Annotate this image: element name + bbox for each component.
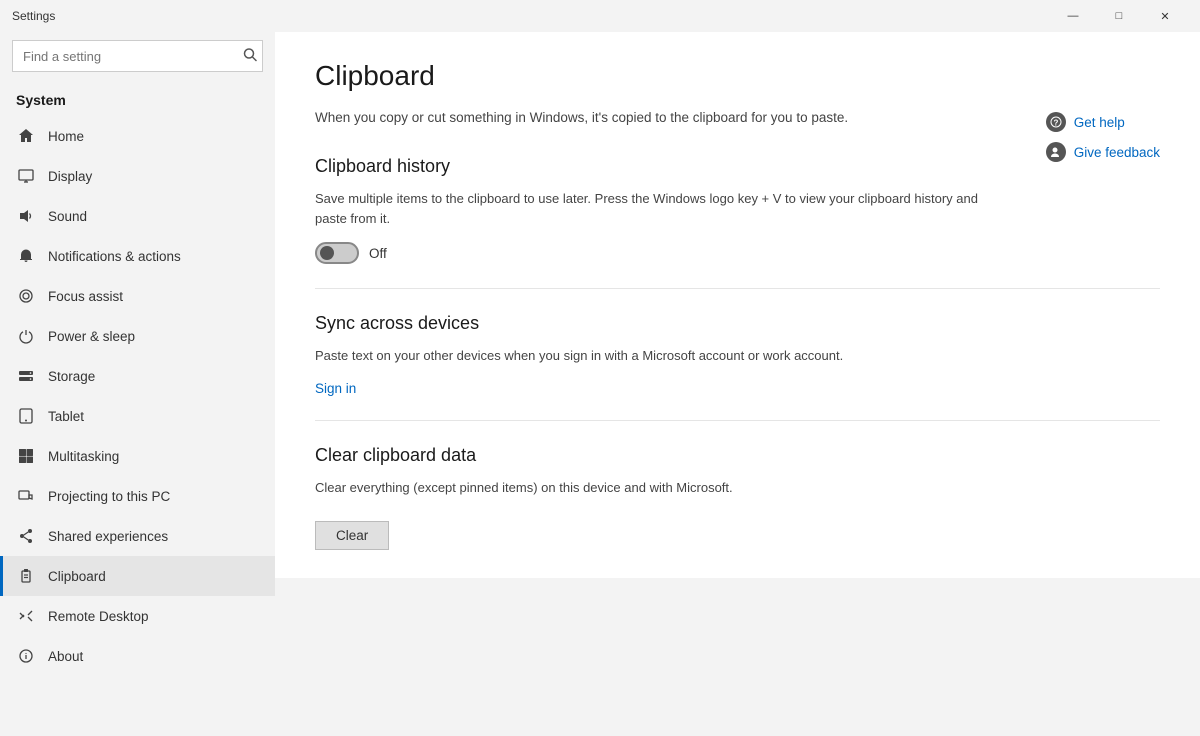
- nav-item-power[interactable]: Power & sleep: [0, 316, 275, 356]
- get-help-link[interactable]: ? Get help: [1046, 112, 1160, 132]
- search-input[interactable]: [12, 40, 263, 72]
- notifications-icon: [16, 246, 36, 266]
- maximize-button[interactable]: □: [1096, 0, 1142, 32]
- nav-label-tablet: Tablet: [48, 409, 84, 424]
- divider-1: [315, 288, 1160, 289]
- clipboard-history-toggle-row: Off: [315, 242, 1160, 264]
- help-section: ? Get help Give feedback: [1046, 112, 1160, 162]
- search-icon[interactable]: [243, 48, 257, 65]
- nav-label-notifications: Notifications & actions: [48, 249, 181, 264]
- page-description: When you copy or cut something in Window…: [315, 108, 995, 128]
- nav-label-shared: Shared experiences: [48, 529, 168, 544]
- nav-item-remote[interactable]: Remote Desktop: [0, 596, 275, 636]
- app-title: Settings: [12, 9, 55, 23]
- remote-icon: [16, 606, 36, 626]
- about-icon: [16, 646, 36, 666]
- home-icon: [16, 126, 36, 146]
- nav-label-focus: Focus assist: [48, 289, 123, 304]
- sync-desc: Paste text on your other devices when yo…: [315, 346, 995, 366]
- give-feedback-label: Give feedback: [1074, 145, 1160, 160]
- clear-section: Clear clipboard data Clear everything (e…: [315, 445, 1160, 551]
- clear-desc: Clear everything (except pinned items) o…: [315, 478, 995, 498]
- nav-item-clipboard[interactable]: Clipboard: [0, 556, 275, 596]
- power-icon: [16, 326, 36, 346]
- clipboard-history-section: Clipboard history Save multiple items to…: [315, 156, 1160, 264]
- nav-label-clipboard: Clipboard: [48, 569, 106, 584]
- feedback-icon: [1046, 142, 1066, 162]
- title-bar: Settings — □ ✕: [0, 0, 1200, 32]
- display-icon: [16, 166, 36, 186]
- nav-label-remote: Remote Desktop: [48, 609, 149, 624]
- nav-item-home[interactable]: Home: [0, 116, 275, 156]
- focus-icon: [16, 286, 36, 306]
- nav-item-storage[interactable]: Storage: [0, 356, 275, 396]
- nav-label-projecting: Projecting to this PC: [48, 489, 170, 504]
- nav-label-home: Home: [48, 129, 84, 144]
- shared-icon: [16, 526, 36, 546]
- nav-item-multitasking[interactable]: Multitasking: [0, 436, 275, 476]
- title-bar-left: Settings: [12, 9, 55, 23]
- storage-icon: [16, 366, 36, 386]
- clear-title: Clear clipboard data: [315, 445, 1160, 466]
- help-icon: ?: [1046, 112, 1066, 132]
- nav-label-power: Power & sleep: [48, 329, 135, 344]
- toggle-thumb: [320, 246, 334, 260]
- nav-label-storage: Storage: [48, 369, 95, 384]
- svg-text:?: ?: [1053, 119, 1058, 128]
- close-button[interactable]: ✕: [1142, 0, 1188, 32]
- nav-label-multitasking: Multitasking: [48, 449, 119, 464]
- get-help-label: Get help: [1074, 115, 1125, 130]
- nav-item-about[interactable]: About: [0, 636, 275, 676]
- clipboard-history-toggle-label: Off: [369, 246, 387, 261]
- nav-item-display[interactable]: Display: [0, 156, 275, 196]
- page-title: Clipboard: [315, 60, 1160, 92]
- minimize-button[interactable]: —: [1050, 0, 1096, 32]
- nav-item-notifications[interactable]: Notifications & actions: [0, 236, 275, 276]
- clipboard-icon: [16, 566, 36, 586]
- app-body: System Home Display Sound Notifications: [0, 32, 1200, 736]
- title-bar-controls: — □ ✕: [1050, 0, 1188, 32]
- nav-item-shared[interactable]: Shared experiences: [0, 516, 275, 556]
- nav-label-about: About: [48, 649, 83, 664]
- sign-in-link[interactable]: Sign in: [315, 381, 356, 396]
- nav-item-focus[interactable]: Focus assist: [0, 276, 275, 316]
- sync-title: Sync across devices: [315, 313, 1160, 334]
- projecting-icon: [16, 486, 36, 506]
- nav-item-projecting[interactable]: Projecting to this PC: [0, 476, 275, 516]
- divider-2: [315, 420, 1160, 421]
- give-feedback-link[interactable]: Give feedback: [1046, 142, 1160, 162]
- main-wrapper: Clipboard When you copy or cut something…: [275, 32, 1200, 736]
- sync-section: Sync across devices Paste text on your o…: [315, 313, 1160, 396]
- clipboard-history-title: Clipboard history: [315, 156, 1160, 177]
- nav-label-sound: Sound: [48, 209, 87, 224]
- multitasking-icon: [16, 446, 36, 466]
- clear-button[interactable]: Clear: [315, 521, 389, 550]
- nav-item-tablet[interactable]: Tablet: [0, 396, 275, 436]
- nav-item-sound[interactable]: Sound: [0, 196, 275, 236]
- nav-label-display: Display: [48, 169, 92, 184]
- search-box: [12, 40, 263, 72]
- clipboard-history-toggle[interactable]: [315, 242, 359, 264]
- clipboard-history-desc: Save multiple items to the clipboard to …: [315, 189, 995, 228]
- sidebar: System Home Display Sound Notifications: [0, 32, 275, 736]
- main-content: Clipboard When you copy or cut something…: [275, 32, 1200, 578]
- sound-icon: [16, 206, 36, 226]
- sidebar-section-title: System: [0, 84, 275, 116]
- tablet-icon: [16, 406, 36, 426]
